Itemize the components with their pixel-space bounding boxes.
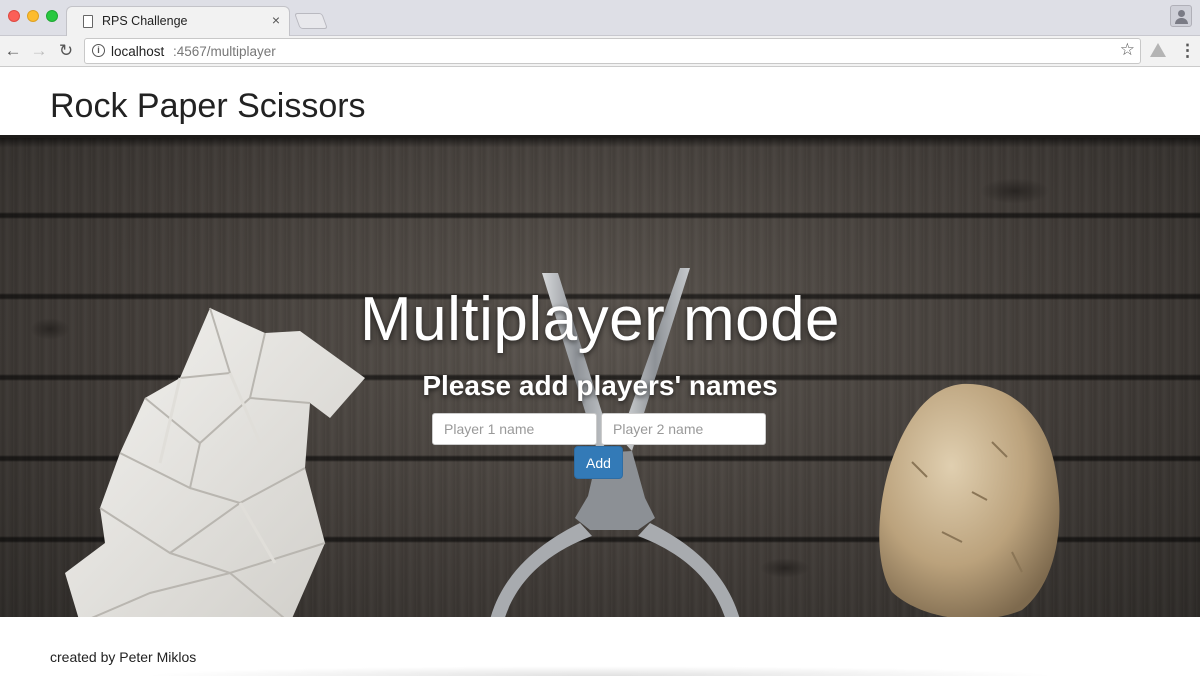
footer-shadow <box>140 666 1060 676</box>
hero-subheading: Please add players' names <box>422 370 778 401</box>
add-button[interactable]: Add <box>574 446 623 479</box>
tab-title: RPS Challenge <box>102 14 188 28</box>
profile-icon[interactable] <box>1170 5 1192 27</box>
maximize-window-button[interactable] <box>46 10 58 22</box>
page-title: Rock Paper Scissors <box>50 87 366 125</box>
footer-credit: created by Peter Miklos <box>50 649 197 665</box>
info-icon[interactable]: i <box>92 44 105 57</box>
page: Rock Paper Scissors Multiplayer mode Ple… <box>0 68 1200 676</box>
back-icon[interactable]: ← <box>3 40 23 62</box>
new-tab-button[interactable] <box>294 13 328 29</box>
reload-icon[interactable]: ↻ <box>56 40 76 62</box>
star-icon[interactable]: ☆ <box>1120 40 1135 60</box>
hero-section: Multiplayer mode Please add players' nam… <box>0 135 1200 617</box>
forward-icon[interactable]: → <box>29 40 49 62</box>
address-bar[interactable]: i localhost :4567/multiplayer ☆ <box>84 38 1141 64</box>
url-path: :4567/multiplayer <box>173 44 276 59</box>
player1-name-input[interactable] <box>432 413 597 445</box>
wood-knot <box>760 558 810 578</box>
minimize-window-button[interactable] <box>27 10 39 22</box>
menu-icon[interactable]: ⋮ <box>1179 41 1196 61</box>
url-host: localhost <box>111 44 165 59</box>
browser-tab-bar: RPS Challenge × <box>0 0 1200 37</box>
player2-name-input[interactable] <box>601 413 766 445</box>
page-icon <box>83 15 93 28</box>
rock-image <box>879 383 1060 617</box>
browser-toolbar: ← → ↻ i localhost :4567/multiplayer ☆ ⋮ <box>0 36 1200 67</box>
tab-close-icon[interactable]: × <box>272 12 280 28</box>
hero-headline: Multiplayer mode <box>359 285 841 354</box>
close-window-button[interactable] <box>8 10 20 22</box>
browser-tab[interactable]: RPS Challenge × <box>66 6 290 37</box>
drive-icon[interactable] <box>1150 43 1166 57</box>
wood-knot <box>980 178 1050 204</box>
